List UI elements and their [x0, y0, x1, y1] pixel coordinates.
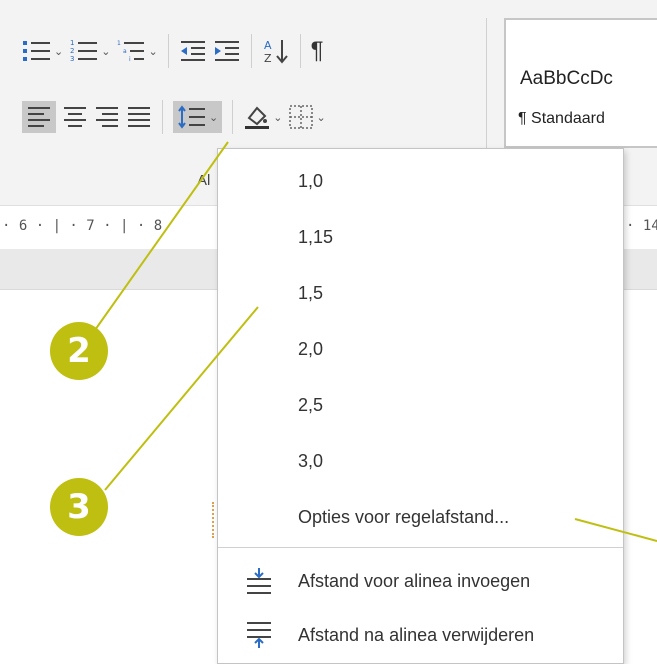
callout-line-2	[94, 141, 229, 331]
callout-line-options	[574, 518, 657, 542]
callout-badge-2: 2	[50, 322, 108, 380]
callout-line-3	[104, 306, 259, 491]
callout-badge-3: 3	[50, 478, 108, 536]
